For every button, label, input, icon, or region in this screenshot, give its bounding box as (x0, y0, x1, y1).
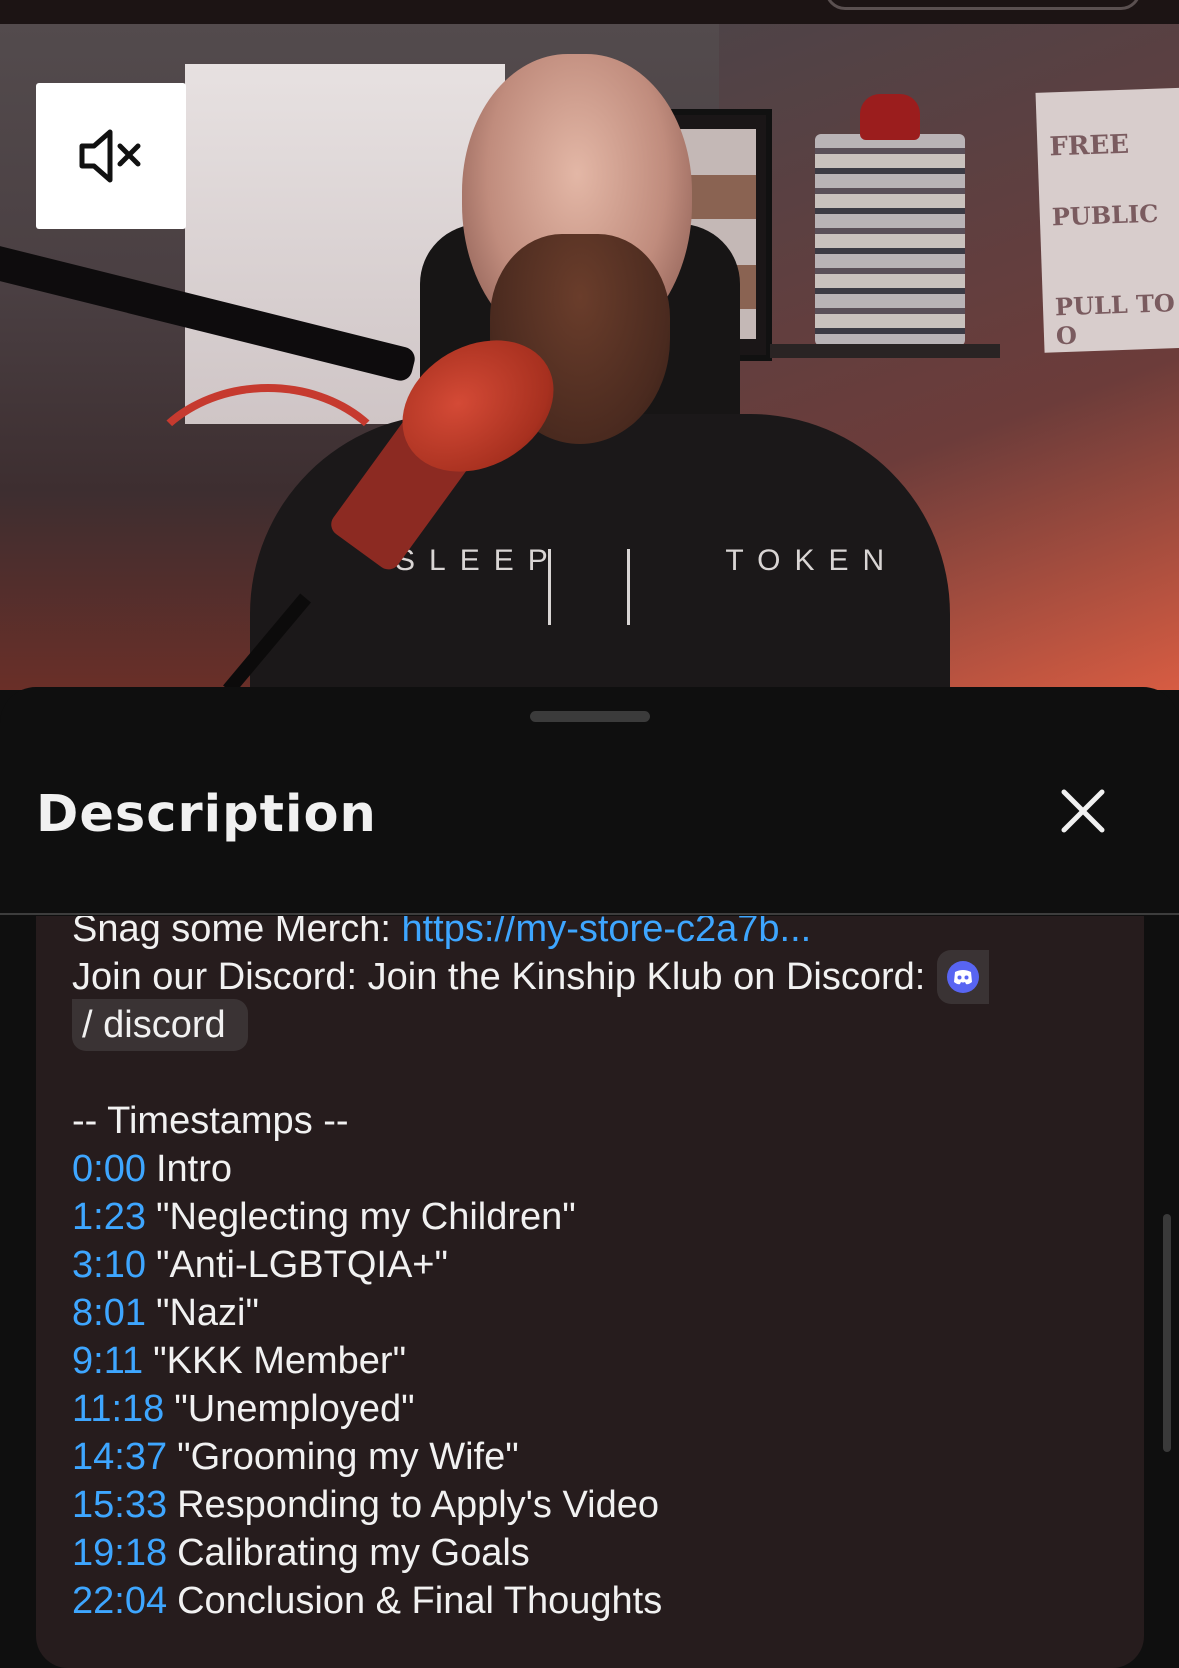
close-icon (1061, 789, 1105, 833)
poster-text-1: FREE (1048, 129, 1130, 163)
timestamps-list: 0:00 Intro 1:23 "Neglecting my Children" 3… (72, 1145, 1122, 1625)
timestamp-label: Intro (155, 1148, 233, 1190)
timestamps-header: -- Timestamps -- (72, 1097, 1122, 1145)
timestamp-link[interactable]: 1:23 (72, 1193, 146, 1241)
shirt-text-left: SLEEP (395, 544, 562, 577)
merch-line: Snag some Merch: https://my-store-c2a7b.… (72, 916, 1122, 953)
top-pill-outline (825, 0, 1141, 10)
poster-text-2: PUBLIC (1051, 198, 1159, 232)
timestamp-link[interactable]: 15:33 (72, 1481, 167, 1529)
poster-text-3: PULL TO O (1054, 288, 1176, 351)
timestamp-row: 8:01 "Nazi" (72, 1289, 1122, 1337)
timestamp-label: "Nazi" (155, 1292, 259, 1334)
timestamp-row: 15:33 Responding to Apply's Video (72, 1481, 1122, 1529)
timestamp-link[interactable]: 3:10 (72, 1241, 146, 1289)
wall-poster: FREE PUBLIC PULL TO O (1035, 87, 1179, 353)
drag-handle[interactable] (530, 711, 650, 722)
timestamp-link[interactable]: 22:04 (72, 1577, 167, 1625)
volume-muted-icon (79, 129, 141, 183)
discord-chip-line: / discord (72, 999, 1122, 1051)
timestamp-label: Responding to Apply's Video (177, 1484, 659, 1526)
merch-label: Snag some Merch: (72, 916, 402, 950)
timestamp-link[interactable]: 11:18 (72, 1385, 164, 1433)
timestamp-link[interactable]: 8:01 (72, 1289, 146, 1337)
timestamp-row: 9:11 "KKK Member" (72, 1337, 1122, 1385)
top-status-strip (0, 0, 1179, 24)
video-player[interactable]: FREE PUBLIC PULL TO O SLEEP TOKEN (0, 24, 1179, 690)
can-stack-figure (860, 94, 920, 140)
timestamp-row: 22:04 Conclusion & Final Thoughts (72, 1577, 1122, 1625)
mute-button[interactable] (36, 83, 186, 229)
discord-line: Join our Discord: Join the Kinship Klub … (72, 950, 1122, 1004)
description-body: Snag some Merch: https://my-store-c2a7b.… (36, 916, 1144, 1668)
description-text: Snag some Merch: https://my-store-c2a7b.… (72, 916, 1122, 1625)
screen: FREE PUBLIC PULL TO O SLEEP TOKEN Descri… (0, 0, 1179, 1668)
timestamp-label: "KKK Member" (153, 1340, 407, 1382)
timestamp-row: 1:23 "Neglecting my Children" (72, 1193, 1122, 1241)
timestamps-header-text: -- Timestamps -- (72, 1100, 349, 1142)
timestamp-label: Calibrating my Goals (177, 1532, 530, 1574)
panel-divider (0, 913, 1179, 915)
timestamp-row: 0:00 Intro (72, 1145, 1122, 1193)
discord-chip[interactable]: / discord (72, 999, 248, 1051)
timestamp-row: 3:10 "Anti-LGBTQIA+" (72, 1241, 1122, 1289)
timestamp-label: "Grooming my Wife" (177, 1436, 519, 1478)
discord-chip-icon[interactable] (937, 950, 990, 1004)
discord-icon (947, 961, 980, 993)
shirt-print: SLEEP TOKEN (395, 544, 898, 578)
shirt-text-right: TOKEN (725, 544, 899, 577)
timestamp-label: Conclusion & Final Thoughts (177, 1580, 663, 1622)
panel-title: Description (36, 785, 377, 844)
timestamp-row: 11:18 "Unemployed" (72, 1385, 1122, 1433)
timestamp-link[interactable]: 0:00 (72, 1145, 146, 1193)
close-button[interactable] (1050, 778, 1116, 844)
scrollbar[interactable] (1163, 1214, 1171, 1452)
timestamp-label: "Unemployed" (174, 1388, 415, 1430)
timestamp-link[interactable]: 14:37 (72, 1433, 167, 1481)
timestamp-link[interactable]: 9:11 (72, 1337, 143, 1385)
can-stack (815, 134, 965, 346)
discord-label: Join our Discord: Join the Kinship Klub … (72, 956, 926, 998)
timestamp-label: "Neglecting my Children" (155, 1196, 576, 1238)
timestamp-link[interactable]: 19:18 (72, 1529, 167, 1577)
shirt-logo (548, 549, 630, 625)
timestamp-row: 14:37 "Grooming my Wife" (72, 1433, 1122, 1481)
timestamp-row: 19:18 Calibrating my Goals (72, 1529, 1122, 1577)
timestamp-label: "Anti-LGBTQIA+" (155, 1244, 448, 1286)
wall-shelf (770, 344, 1000, 358)
merch-link[interactable]: https://my-store-c2a7b... (401, 916, 811, 953)
